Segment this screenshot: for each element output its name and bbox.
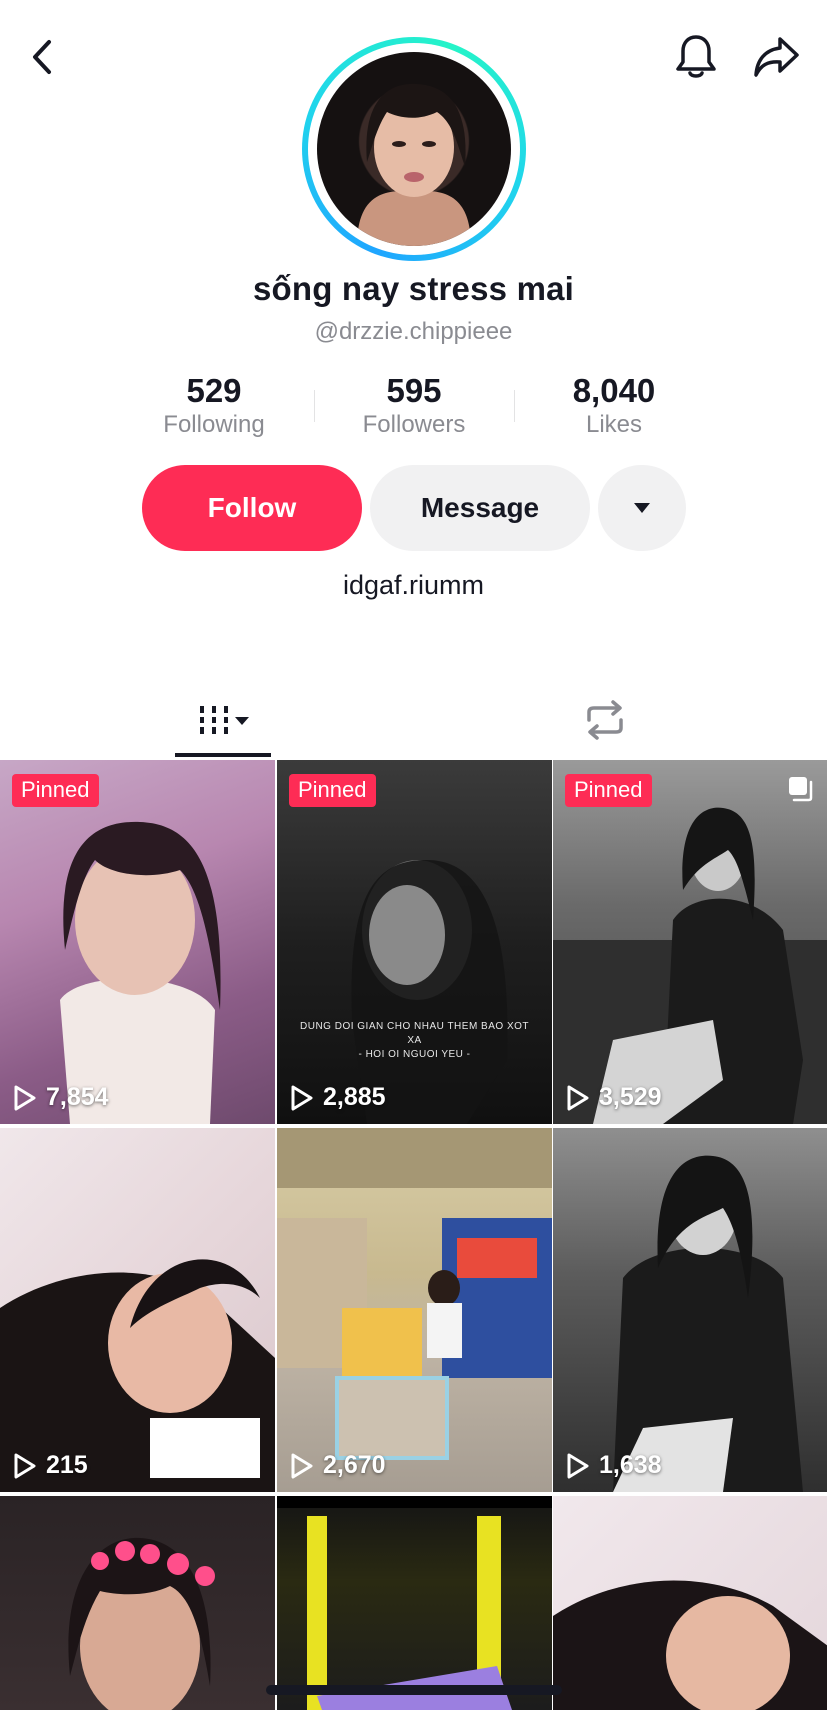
play-icon xyxy=(14,1453,36,1478)
play-icon xyxy=(291,1085,313,1110)
stat-likes-label: Likes xyxy=(585,411,643,438)
stat-followers-label: Followers xyxy=(362,411,466,438)
view-count: 7,854 xyxy=(12,1083,109,1112)
video-caption: DUNG DOI GIAN CHO NHAU THEM BAO XOT XA -… xyxy=(297,1020,532,1062)
share-arrow-icon xyxy=(754,37,799,77)
video-thumbnail[interactable] xyxy=(553,1496,827,1710)
view-count-text: 1,638 xyxy=(599,1451,662,1479)
video-caption-line: DUNG DOI GIAN CHO NHAU THEM BAO XOT XA xyxy=(300,1021,529,1046)
view-count: 3,529 xyxy=(565,1083,662,1112)
video-thumbnail[interactable]: 1,638 xyxy=(553,1128,827,1492)
view-count-text: 2,670 xyxy=(323,1451,386,1479)
video-caption-line: - HOI OI NGUOI YEU - xyxy=(358,1049,471,1060)
tab-videos[interactable] xyxy=(175,690,271,750)
play-icon xyxy=(567,1453,589,1478)
view-count-text: 2,885 xyxy=(323,1083,386,1111)
pinned-badge: Pinned xyxy=(12,774,99,807)
back-button[interactable] xyxy=(18,30,66,84)
play-icon xyxy=(291,1453,313,1478)
stat-likes[interactable]: 8,040 Likes xyxy=(514,372,714,440)
content-tabs xyxy=(0,690,827,760)
view-count: 2,885 xyxy=(289,1083,386,1112)
view-count-text: 215 xyxy=(46,1451,88,1479)
back-chevron-icon xyxy=(33,40,51,74)
view-count: 1,638 xyxy=(565,1451,662,1480)
avatar-photo xyxy=(317,52,511,246)
username-handle: @drzzie.chippieee xyxy=(314,318,513,345)
active-tab-indicator xyxy=(175,753,271,757)
message-button[interactable]: Message xyxy=(370,465,590,551)
repost-icon xyxy=(587,700,623,740)
play-icon xyxy=(567,1085,589,1110)
view-count-text: 7,854 xyxy=(46,1083,109,1111)
stat-following[interactable]: 529 Following xyxy=(114,372,314,440)
notifications-button[interactable] xyxy=(670,30,722,84)
play-icon xyxy=(14,1085,36,1110)
bio-text: idgaf.riumm xyxy=(342,570,485,600)
follow-button[interactable]: Follow xyxy=(142,465,362,551)
stat-following-value: 529 xyxy=(186,372,242,409)
stat-following-label: Following xyxy=(163,411,265,438)
more-options-button[interactable] xyxy=(598,465,686,551)
video-thumbnail[interactable] xyxy=(277,1496,552,1710)
tab-reposts[interactable] xyxy=(570,690,640,750)
avatar[interactable] xyxy=(302,37,526,261)
multi-photo-icon xyxy=(789,777,813,802)
home-indicator xyxy=(266,1685,562,1695)
view-count-text: 3,529 xyxy=(599,1083,662,1111)
stat-followers-value: 595 xyxy=(386,372,442,409)
pinned-badge: Pinned xyxy=(289,774,376,807)
view-count: 2,670 xyxy=(289,1451,386,1480)
video-thumbnail[interactable] xyxy=(0,1496,275,1710)
share-button[interactable] xyxy=(748,30,804,84)
display-name: sống nay stress mai xyxy=(252,270,575,307)
video-thumbnail[interactable]: Pinned 7,854 xyxy=(0,760,275,1124)
video-thumbnail[interactable]: 2,670 xyxy=(277,1128,552,1492)
pinned-badge: Pinned xyxy=(565,774,652,807)
caret-down-icon xyxy=(634,503,650,513)
stat-followers[interactable]: 595 Followers xyxy=(314,372,514,440)
grid-bars-icon xyxy=(200,706,249,734)
view-count: 215 xyxy=(12,1451,88,1480)
video-thumbnail[interactable]: DUNG DOI GIAN CHO NHAU THEM BAO XOT XA -… xyxy=(277,760,552,1124)
stat-likes-value: 8,040 xyxy=(572,372,656,409)
video-thumbnail[interactable]: Pinned 3,529 xyxy=(553,760,827,1124)
video-thumbnail[interactable]: 215 xyxy=(0,1128,275,1492)
bell-icon xyxy=(676,35,716,78)
